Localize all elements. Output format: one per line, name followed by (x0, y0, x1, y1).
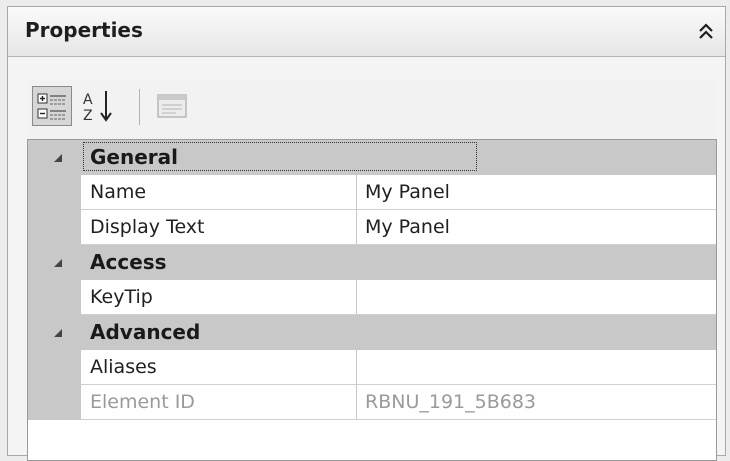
property-pages-button[interactable] (152, 86, 192, 126)
property-name: KeyTip (90, 286, 153, 308)
category-label: Access (90, 250, 167, 274)
property-name-cell: Name (81, 175, 357, 210)
panel-content: A Z General Name My Panel Display Text M… (27, 79, 717, 461)
row-gutter (28, 385, 81, 420)
category-label: General (90, 145, 178, 169)
property-name: Display Text (90, 216, 205, 238)
collapse-triangle-icon[interactable] (52, 257, 64, 269)
row-gutter (28, 175, 81, 210)
row-gutter (28, 245, 81, 280)
category-label: Advanced (90, 320, 201, 344)
svg-text:A: A (83, 92, 93, 108)
properties-panel: Properties A Z General Name My Panel Dis… (7, 6, 726, 461)
categorized-icon (37, 93, 66, 120)
property-name-cell: Aliases (81, 350, 357, 385)
property-name: Element ID (90, 391, 195, 413)
row-gutter (28, 140, 81, 175)
property-grid: General Name My Panel Display Text My Pa… (27, 139, 717, 461)
panel-header: Properties (8, 7, 725, 57)
svg-text:Z: Z (83, 108, 93, 124)
property-grid-toolbar: A Z (27, 79, 717, 135)
row-gutter (28, 210, 81, 245)
property-name-cell: KeyTip (81, 280, 357, 315)
row-gutter (28, 315, 81, 350)
property-row-keytip[interactable]: KeyTip (28, 280, 716, 315)
property-name-cell: Display Text (81, 210, 357, 245)
property-value-cell[interactable]: My Panel (357, 175, 716, 210)
property-value-cell[interactable] (357, 350, 716, 385)
property-value[interactable]: My Panel (365, 181, 450, 203)
row-gutter (28, 350, 81, 385)
row-gutter (28, 280, 81, 315)
double-chevron-up-icon[interactable] (695, 21, 717, 43)
property-row-element-id[interactable]: Element ID RBNU_191_5B683 (28, 385, 716, 420)
toolbar-separator (139, 89, 140, 125)
property-name-cell: Element ID (81, 385, 357, 420)
property-value-cell[interactable]: My Panel (357, 210, 716, 245)
property-row-display-text[interactable]: Display Text My Panel (28, 210, 716, 245)
category-row-general[interactable]: General (28, 140, 716, 175)
category-row-advanced[interactable]: Advanced (28, 315, 716, 350)
collapse-triangle-icon[interactable] (52, 327, 64, 339)
property-pages-icon (157, 94, 187, 118)
panel-title: Properties (25, 18, 143, 42)
sort-az-icon: A Z (83, 91, 112, 124)
property-value-cell[interactable]: RBNU_191_5B683 (357, 385, 716, 420)
property-name: Name (90, 181, 147, 203)
property-value[interactable]: RBNU_191_5B683 (365, 391, 536, 413)
property-name: Aliases (90, 356, 157, 378)
property-row-name[interactable]: Name My Panel (28, 175, 716, 210)
collapse-triangle-icon[interactable] (52, 152, 64, 164)
category-row-access[interactable]: Access (28, 245, 716, 280)
property-value-cell[interactable] (357, 280, 716, 315)
property-row-aliases[interactable]: Aliases (28, 350, 716, 385)
alphabetical-sort-button[interactable]: A Z (79, 86, 119, 126)
property-value[interactable]: My Panel (365, 216, 450, 238)
categorized-view-button[interactable] (32, 86, 72, 126)
